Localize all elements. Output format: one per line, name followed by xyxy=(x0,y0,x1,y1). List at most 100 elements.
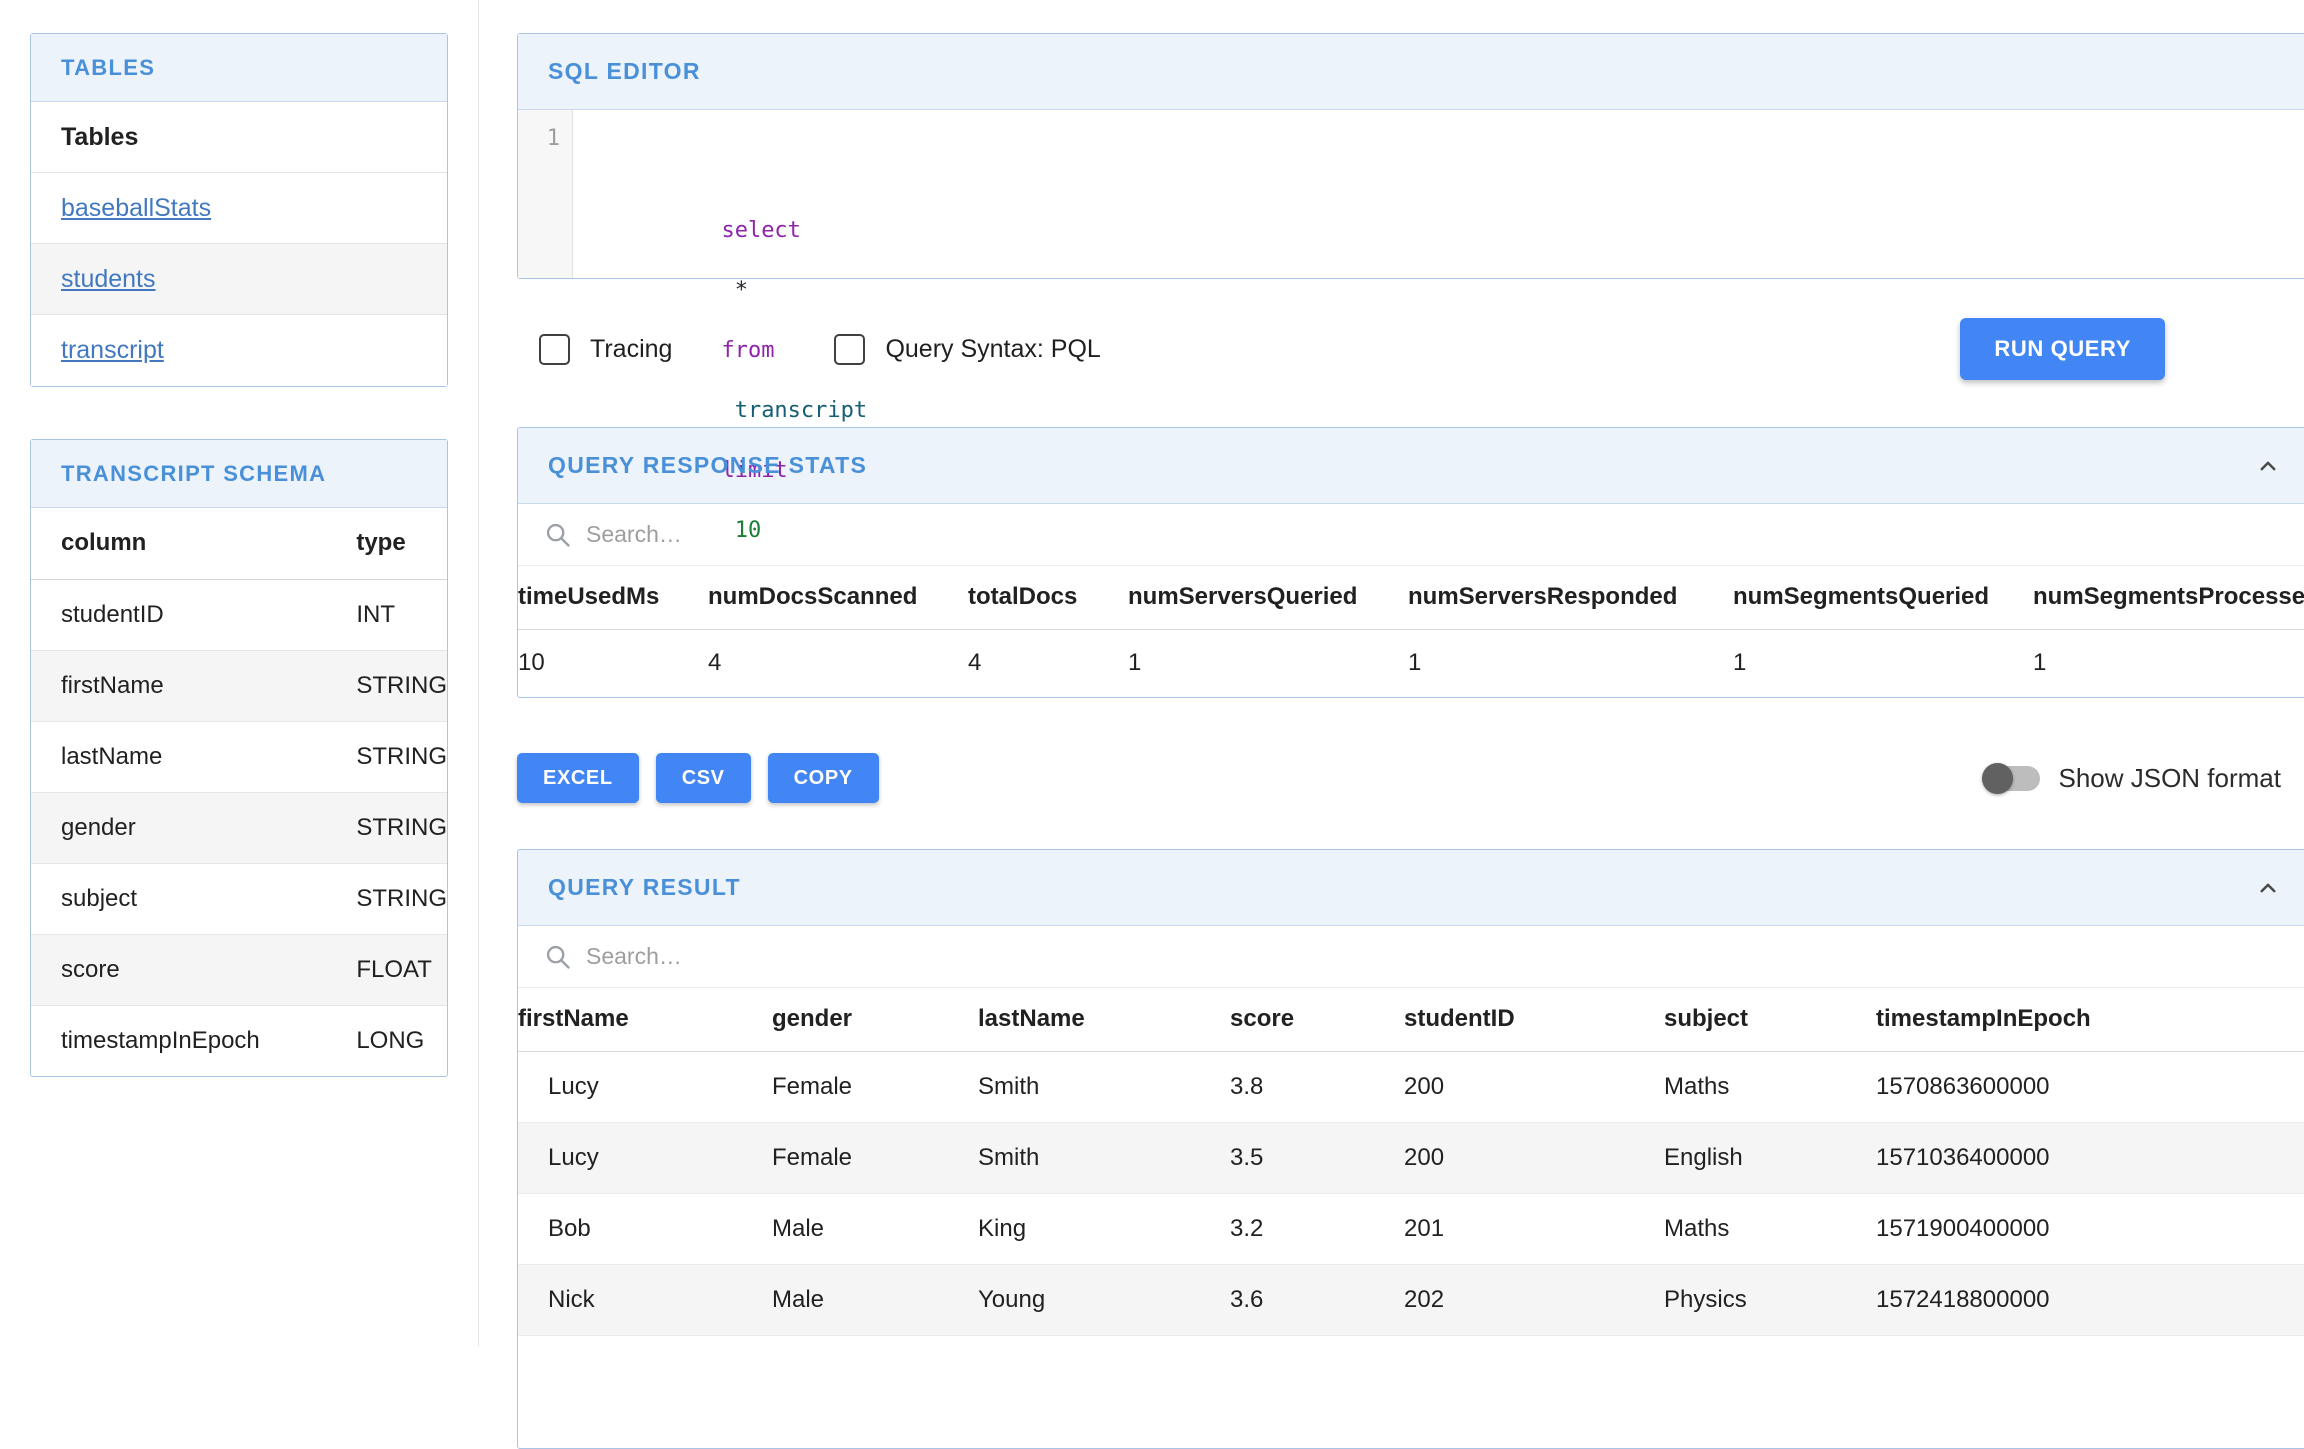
schema-row: timestampInEpoch LONG xyxy=(31,1005,447,1076)
result-header-row: firstNamegenderlastNamescorestudentIDsub… xyxy=(518,988,2304,1051)
table-link-row[interactable]: baseballStats xyxy=(31,173,447,244)
excel-button[interactable]: EXCEL xyxy=(517,753,639,803)
stats-column-header: numDocsScanned xyxy=(708,566,968,629)
stats-value: 1 xyxy=(1408,629,1733,697)
result-cell: King xyxy=(978,1193,1230,1264)
query-response-stats-card: QUERY RESPONSE STATS timeUsedMs xyxy=(517,427,2304,698)
schema-column-type: STRING xyxy=(326,721,447,792)
schema-column-name: firstName xyxy=(31,650,326,721)
schema-card-title: TRANSCRIPT SCHEMA xyxy=(31,440,447,508)
sql-token: select xyxy=(721,218,800,243)
result-cell: 3.5 xyxy=(1230,1122,1404,1193)
result-cell: 201 xyxy=(1404,1193,1664,1264)
sidebar-divider xyxy=(478,0,479,1346)
export-row: EXCEL CSV COPY Show JSON format xyxy=(517,752,2304,804)
csv-button[interactable]: CSV xyxy=(656,753,751,803)
stats-column-header: numServersQueried xyxy=(1128,566,1408,629)
stats-column-header: numSegmentsQueried xyxy=(1733,566,2033,629)
result-cell: Lucy xyxy=(518,1051,772,1122)
stats-column-header: totalDocs xyxy=(968,566,1128,629)
pql-syntax-checkbox-box[interactable] xyxy=(834,334,865,365)
schema-row: score FLOAT xyxy=(31,934,447,1005)
search-icon xyxy=(544,521,572,549)
line-number: 1 xyxy=(518,110,573,278)
sql-token: transcript xyxy=(721,398,880,423)
stats-value: 1 xyxy=(1733,629,2033,697)
schema-table: column type studentID INT firstName STRI… xyxy=(31,508,447,1076)
run-query-button[interactable]: RUN QUERY xyxy=(1960,318,2165,380)
result-cell: Young xyxy=(978,1264,1230,1335)
stats-search-row xyxy=(518,504,2304,566)
tracing-label: Tracing xyxy=(590,335,672,364)
sql-editor-title: SQL EDITOR xyxy=(518,34,2304,110)
schema-type-header: type xyxy=(326,508,447,579)
table-link-row[interactable]: transcript xyxy=(31,315,447,386)
result-cell: Female xyxy=(772,1122,978,1193)
result-row: Lucy Female Smith 3.8 200 Maths 15708636… xyxy=(518,1051,2304,1122)
tracing-checkbox[interactable]: Tracing xyxy=(539,334,672,365)
result-cell: Smith xyxy=(978,1122,1230,1193)
query-result-title: QUERY RESULT xyxy=(548,874,741,901)
sidebar: TABLES Tables baseballStats students tra… xyxy=(30,33,448,1077)
sql-code-line[interactable]: select * from transcript limit 10 xyxy=(573,110,880,278)
main-panel: SQL EDITOR 1 select * from transcript li… xyxy=(517,33,2304,1449)
result-column-header: lastName xyxy=(978,988,1230,1051)
table-link[interactable]: students xyxy=(61,265,156,294)
result-cell: 200 xyxy=(1404,1051,1664,1122)
schema-row: gender STRING xyxy=(31,792,447,863)
table-link[interactable]: transcript xyxy=(61,336,164,365)
schema-column-type: STRING xyxy=(326,650,447,721)
table-link[interactable]: baseballStats xyxy=(61,194,211,223)
schema-column-type: STRING xyxy=(326,863,447,934)
result-cell: 202 xyxy=(1404,1264,1664,1335)
schema-row: studentID INT xyxy=(31,579,447,650)
schema-column-name: subject xyxy=(31,863,326,934)
tables-list: baseballStats students transcript xyxy=(31,173,447,386)
stats-search-input[interactable] xyxy=(586,521,1026,548)
pql-syntax-label: Query Syntax: PQL xyxy=(885,335,1100,364)
schema-card: TRANSCRIPT SCHEMA column type studentID … xyxy=(30,439,448,1077)
stats-value: 1 xyxy=(1128,629,1408,697)
collapse-stats-button[interactable] xyxy=(2253,451,2283,481)
json-format-toggle[interactable] xyxy=(1982,766,2040,791)
schema-column-header: column xyxy=(31,508,326,579)
result-cell: Lucy xyxy=(518,1122,772,1193)
result-search-input[interactable] xyxy=(586,943,1026,970)
result-column-header: firstName xyxy=(518,988,772,1051)
stats-value: 4 xyxy=(708,629,968,697)
result-cell: Male xyxy=(772,1264,978,1335)
toggle-knob[interactable] xyxy=(1982,763,2013,794)
pql-syntax-checkbox[interactable]: Query Syntax: PQL xyxy=(834,334,1100,365)
stats-value: 4 xyxy=(968,629,1128,697)
json-format-toggle-group: Show JSON format xyxy=(1982,763,2281,794)
result-cell: English xyxy=(1664,1122,1876,1193)
schema-column-type: STRING xyxy=(326,792,447,863)
tables-list-header: Tables xyxy=(31,102,447,173)
copy-button[interactable]: COPY xyxy=(768,753,879,803)
result-cell: Maths xyxy=(1664,1051,1876,1122)
result-cell: 1571036400000 xyxy=(1876,1122,2304,1193)
collapse-result-button[interactable] xyxy=(2253,873,2283,903)
result-cell: Smith xyxy=(978,1051,1230,1122)
stats-value: 1 xyxy=(2033,629,2304,697)
schema-row: subject STRING xyxy=(31,863,447,934)
stats-column-header: numServersResponded xyxy=(1408,566,1733,629)
result-cell: Bob xyxy=(518,1193,772,1264)
result-search-row xyxy=(518,926,2304,988)
result-column-header: subject xyxy=(1664,988,1876,1051)
chevron-up-icon xyxy=(2253,451,2283,481)
table-link-row[interactable]: students xyxy=(31,244,447,315)
schema-row: lastName STRING xyxy=(31,721,447,792)
result-table: firstNamegenderlastNamescorestudentIDsub… xyxy=(518,988,2304,1336)
schema-column-name: timestampInEpoch xyxy=(31,1005,326,1076)
schema-column-name: studentID xyxy=(31,579,326,650)
result-cell: 3.2 xyxy=(1230,1193,1404,1264)
schema-column-name: score xyxy=(31,934,326,1005)
result-cell: Physics xyxy=(1664,1264,1876,1335)
schema-header-row: column type xyxy=(31,508,447,579)
schema-column-type: LONG xyxy=(326,1005,447,1076)
tracing-checkbox-box[interactable] xyxy=(539,334,570,365)
sql-editor[interactable]: 1 select * from transcript limit 10 xyxy=(518,110,2304,278)
schema-column-type: FLOAT xyxy=(326,934,447,1005)
result-cell: 1571900400000 xyxy=(1876,1193,2304,1264)
